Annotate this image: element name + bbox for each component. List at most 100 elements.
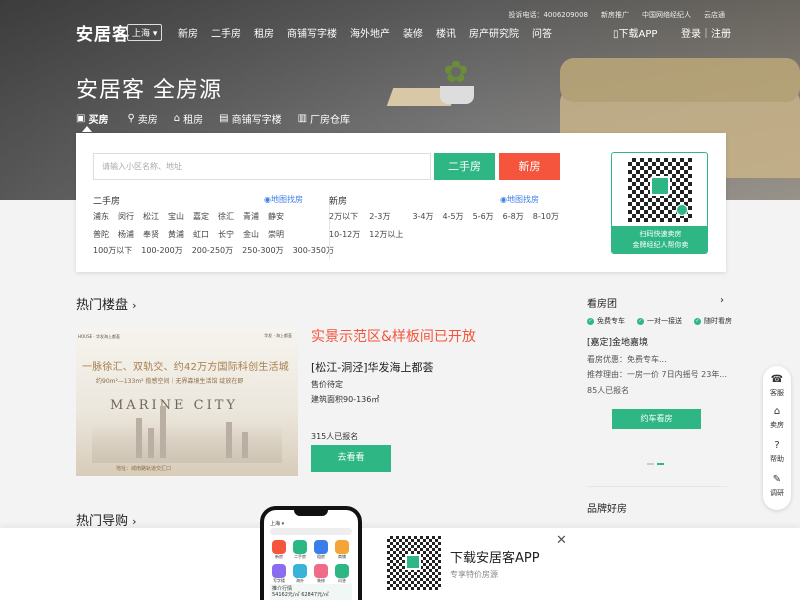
price-link[interactable]: 250-300万 (242, 245, 283, 256)
app-icon (272, 564, 286, 578)
price-link[interactable]: 200-250万 (192, 245, 233, 256)
phone-grid-item: 租房 (312, 540, 330, 560)
carousel-dot[interactable] (647, 463, 654, 465)
district-link[interactable]: 奉贤 (143, 229, 159, 240)
city-selector[interactable]: 上海 ▾ (127, 24, 163, 41)
phone-grid-label: 新房 (275, 554, 283, 559)
util-link-store[interactable]: 云店通 (704, 10, 725, 20)
tour-tag: ✓ 免费专车 (587, 316, 625, 326)
book-car-button[interactable]: 约车看房 (612, 409, 701, 429)
brand-homes-title[interactable]: 品牌好房 (587, 500, 627, 515)
project-price-status: 售价待定 (311, 380, 343, 389)
district-link[interactable]: 徐汇 (218, 211, 234, 222)
price-link[interactable]: 12万以上 (369, 229, 403, 240)
second-hand-map-link[interactable]: ◉地图找房 (264, 194, 303, 205)
side-item-help[interactable]: ? 帮助 (763, 440, 791, 464)
close-icon[interactable]: ✕ (556, 533, 567, 548)
banner-footer: 地址：城南路轨道交汇口 (116, 466, 172, 472)
price-link[interactable]: 10-12万 (329, 229, 360, 240)
app-icon (335, 540, 349, 554)
nav-item-commercial[interactable]: 商铺写字楼 (287, 25, 337, 40)
login-register-link[interactable]: 登录｜注册 (681, 25, 731, 40)
site-logo[interactable]: 安居客 (76, 20, 130, 45)
district-link[interactable]: 静安 (268, 211, 284, 222)
price-link[interactable]: 6-8万 (503, 211, 524, 222)
util-link-agent[interactable]: 中国网络经纪人 (642, 10, 691, 20)
price-link[interactable]: 300-350万 (293, 245, 334, 256)
district-link[interactable]: 金山 (243, 229, 259, 240)
banner-tower (226, 422, 232, 458)
nav-item-second[interactable]: 二手房 (211, 25, 241, 40)
search-second-hand-button[interactable]: 二手房 (434, 153, 495, 180)
tour-location[interactable]: [嘉定]金地嘉境 (587, 335, 648, 348)
new-home-map-link[interactable]: ◉地图找房 (500, 194, 539, 205)
go-look-button[interactable]: 去看看 (311, 445, 391, 472)
search-new-home-button[interactable]: 新房 (499, 153, 560, 180)
tab-factory[interactable]: ▥ 厂房仓库 (298, 111, 350, 126)
side-item-survey[interactable]: ✎ 调研 (763, 474, 791, 498)
nav-item-qa[interactable]: 问答 (532, 25, 552, 40)
district-link[interactable]: 浦东 (93, 211, 109, 222)
price-link[interactable]: 5-6万 (473, 211, 494, 222)
tab-rent-label: 租房 (183, 115, 204, 126)
price-link[interactable]: 100-200万 (141, 245, 182, 256)
district-link[interactable]: 虹口 (193, 229, 209, 240)
download-app-link[interactable]: ▯下载APP (613, 25, 657, 40)
qr-caption-line2: 金牌经纪人帮你卖 (632, 241, 689, 249)
district-link[interactable]: 青浦 (243, 211, 259, 222)
download-subtitle: 专享特价房源 (450, 570, 498, 579)
tour-signups: 85人已报名 (587, 386, 630, 395)
chevron-right-icon[interactable]: › (720, 295, 724, 306)
nav-item-news[interactable]: 楼讯 (436, 25, 456, 40)
price-link[interactable]: 4-5万 (443, 211, 464, 222)
district-link[interactable]: 杨浦 (118, 229, 134, 240)
nav-item-new[interactable]: 新房 (178, 25, 198, 40)
banner-tower (242, 432, 248, 458)
new-home-price-links: 2万以下 2-3万 3-4万 4-5万 5-6万 6-8万 8-10万 10-1… (329, 211, 559, 240)
tab-commercial[interactable]: ▤ 商铺写字楼 (219, 111, 281, 126)
sell-qr-box[interactable]: 扫码快速卖房 金牌经纪人帮你卖 (611, 152, 708, 254)
tab-buy[interactable]: ▣ 买房 (76, 111, 111, 126)
project-banner-image[interactable]: HOUSE · 华发海上都荟 华发 · 海上都荟 一脉徐汇、双轨交、约42万方国… (76, 328, 298, 476)
hero-tabs: ▣ 买房 ⚲ 卖房 ⌂ 租房 ▤ 商铺写字楼 ▥ 厂房仓库 (76, 111, 350, 126)
banner-tower (136, 418, 142, 458)
price-link[interactable]: 8-10万 (533, 211, 559, 222)
tab-sell[interactable]: ⚲ 卖房 (127, 111, 157, 126)
tour-title[interactable]: 看房团 (587, 295, 617, 310)
district-link[interactable]: 宝山 (168, 211, 184, 222)
price-link[interactable]: 3-4万 (412, 211, 433, 222)
tab-rent[interactable]: ⌂ 租房 (174, 111, 203, 126)
district-link[interactable]: 黄浦 (168, 229, 184, 240)
side-item-service[interactable]: ☎ 客服 (763, 374, 791, 398)
util-link-promo[interactable]: 新房推广 (601, 10, 629, 20)
phone-searchbar (270, 528, 352, 535)
project-promo[interactable]: 实景示范区&样板间已开放 (311, 326, 476, 346)
district-link[interactable]: 普陀 (93, 229, 109, 240)
district-link[interactable]: 长宁 (218, 229, 234, 240)
search-card: 请输入小区名称、地址 二手房 新房 二手房 ◉地图找房 浦东 闵行 松江 宝山 … (76, 133, 726, 272)
carousel-dot-active[interactable] (657, 463, 664, 465)
app-phone-mockup: 上海 ▾ 新房 二手房 租房 商铺 写字楼 海外 装修 问答 推介行情 5416… (260, 506, 362, 600)
shop-icon: ▤ (219, 113, 229, 124)
side-item-sell[interactable]: ⌂ 卖房 (763, 406, 791, 430)
search-input[interactable]: 请输入小区名称、地址 (93, 153, 431, 180)
new-home-title: 新房 (329, 197, 348, 207)
hot-guide-title[interactable]: 热门导购 › (76, 510, 137, 529)
district-link[interactable]: 松江 (143, 211, 159, 222)
building-icon: ▣ (76, 113, 86, 124)
price-link[interactable]: 2-3万 (369, 211, 403, 222)
tab-factory-label: 厂房仓库 (310, 115, 351, 126)
nav-item-rent[interactable]: 租房 (254, 25, 274, 40)
project-name[interactable]: [松江-洞泾]华发海上都荟 (311, 359, 434, 375)
price-link[interactable]: 100万以下 (93, 245, 132, 256)
nav-item-research[interactable]: 房产研究院 (469, 25, 519, 40)
district-link[interactable]: 嘉定 (193, 211, 209, 222)
district-link[interactable]: 崇明 (268, 229, 284, 240)
price-link[interactable]: 2万以下 (329, 211, 360, 222)
district-link[interactable]: 闵行 (118, 211, 134, 222)
hot-projects-title[interactable]: 热门楼盘 › (76, 294, 137, 313)
nav-item-overseas[interactable]: 海外地产 (350, 25, 390, 40)
nav-item-decoration[interactable]: 装修 (403, 25, 423, 40)
second-hand-district-links: 浦东 闵行 松江 宝山 嘉定 徐汇 青浦 静安 普陀 杨浦 奉贤 黄浦 虹口 长… (93, 211, 284, 240)
second-map-label: 地图找房 (270, 195, 303, 204)
